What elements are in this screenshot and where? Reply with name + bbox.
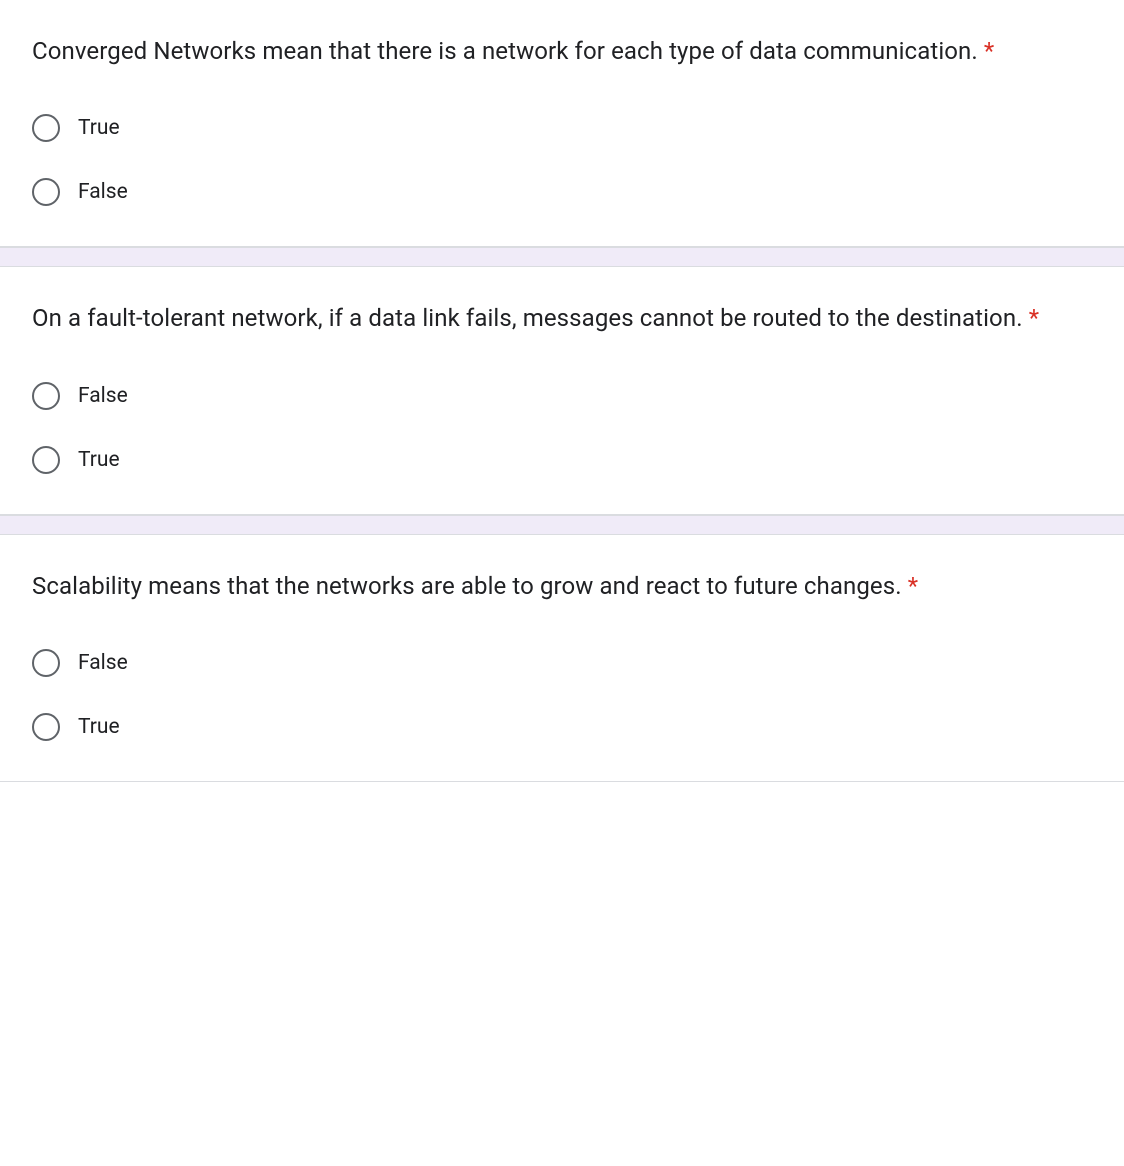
option-label: False <box>78 384 128 408</box>
radio-icon <box>32 114 60 142</box>
radio-icon <box>32 446 60 474</box>
question-text: On a fault-tolerant network, if a data l… <box>32 299 1092 337</box>
radio-option[interactable]: False <box>32 382 1092 410</box>
radio-option[interactable]: True <box>32 114 1092 142</box>
option-label: True <box>78 448 120 472</box>
option-label: False <box>78 180 128 204</box>
question-text: Converged Networks mean that there is a … <box>32 32 1092 70</box>
question-text: Scalability means that the networks are … <box>32 567 1092 605</box>
required-marker: * <box>908 572 918 600</box>
question-prompt: On a fault-tolerant network, if a data l… <box>32 304 1023 332</box>
question-prompt: Converged Networks mean that there is a … <box>32 37 978 65</box>
question-card: Scalability means that the networks are … <box>0 535 1124 782</box>
required-marker: * <box>984 37 994 65</box>
option-label: True <box>78 715 120 739</box>
radio-option[interactable]: False <box>32 649 1092 677</box>
option-label: True <box>78 116 120 140</box>
option-label: False <box>78 651 128 675</box>
question-card: Converged Networks mean that there is a … <box>0 0 1124 247</box>
radio-option[interactable]: False <box>32 178 1092 206</box>
radio-icon <box>32 382 60 410</box>
card-divider <box>0 515 1124 535</box>
radio-icon <box>32 713 60 741</box>
radio-option[interactable]: True <box>32 713 1092 741</box>
radio-icon <box>32 178 60 206</box>
question-card: On a fault-tolerant network, if a data l… <box>0 267 1124 514</box>
card-divider <box>0 247 1124 267</box>
radio-option[interactable]: True <box>32 446 1092 474</box>
required-marker: * <box>1029 304 1039 332</box>
radio-icon <box>32 649 60 677</box>
question-prompt: Scalability means that the networks are … <box>32 572 902 600</box>
